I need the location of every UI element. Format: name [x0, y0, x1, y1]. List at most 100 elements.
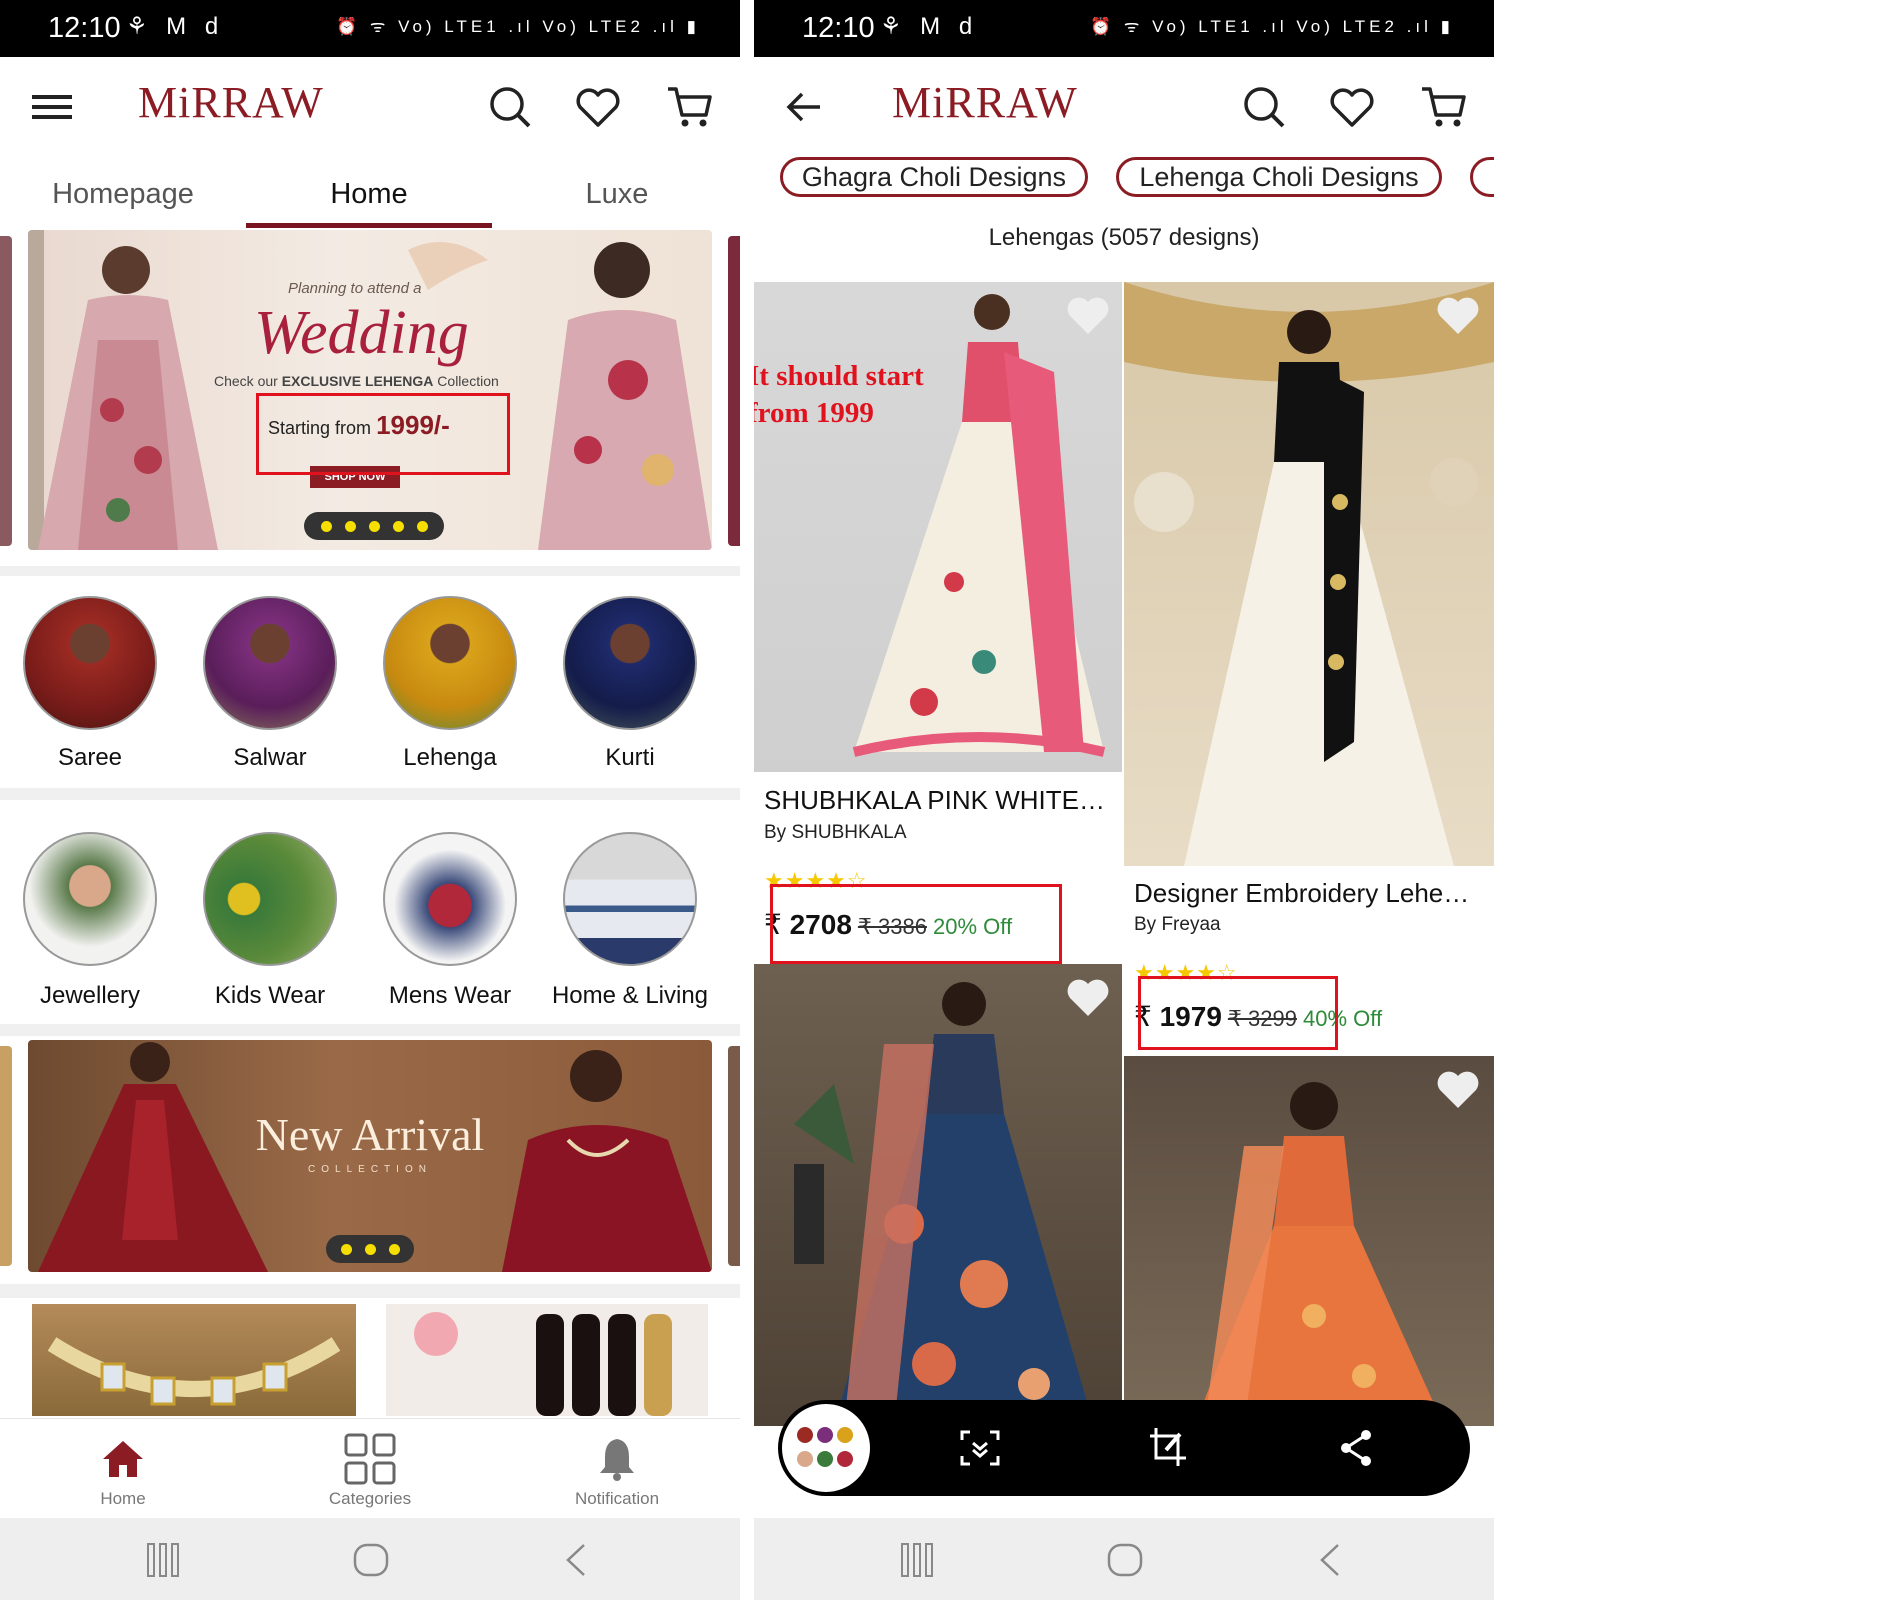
section-divider: [0, 566, 740, 576]
grid-icon: [344, 1433, 396, 1485]
category-salwar-image[interactable]: [203, 596, 337, 730]
category-homeliving-image[interactable]: [563, 832, 697, 966]
product-title[interactable]: Designer Embroidery Lehe…: [1134, 878, 1488, 909]
product-brand[interactable]: By SHUBHKALA: [764, 822, 907, 844]
bell-icon: [600, 1439, 634, 1481]
product-image[interactable]: [1124, 282, 1494, 866]
nav-home[interactable]: Home: [23, 1419, 223, 1519]
category-homeliving-label[interactable]: Home & Living: [540, 982, 720, 1010]
price-highlight-box: [256, 393, 510, 475]
nav-categories[interactable]: Categories: [270, 1419, 470, 1519]
section-divider: [0, 1284, 740, 1298]
new-arrival-title: New Arrival: [255, 1109, 485, 1160]
mirraw-logo[interactable]: MiRRAW: [138, 77, 324, 128]
back-button-icon[interactable]: [562, 1542, 590, 1578]
wishlist-heart-icon[interactable]: [1066, 978, 1110, 1018]
status-time: 12:10: [802, 12, 875, 44]
category-kidswear-label[interactable]: Kids Wear: [180, 982, 360, 1010]
tab-homepage[interactable]: Homepage: [0, 160, 246, 228]
wishlist-heart-icon[interactable]: [1436, 1070, 1480, 1110]
category-salwar-label[interactable]: Salwar: [180, 744, 360, 772]
banner-model-illustrations: [28, 230, 712, 550]
category-kidswear-image[interactable]: [203, 832, 337, 966]
thumbnail-preview: [797, 1427, 853, 1467]
wishlist-heart-icon[interactable]: [572, 81, 624, 133]
next-banner-peek: [728, 236, 740, 546]
system-status-icons: ⏰ ᯤ Vo) LTE1 .ıl Vo) LTE2 .ıl ▮: [1089, 17, 1454, 36]
category-saree-label[interactable]: Saree: [0, 744, 180, 772]
search-icon[interactable]: [1238, 81, 1290, 133]
price-highlight-box: [770, 884, 1062, 964]
category-saree-image[interactable]: [23, 596, 157, 730]
nav-home-label: Home: [100, 1489, 146, 1508]
product-image[interactable]: [1124, 1056, 1494, 1426]
system-status-icons: ⏰ ᯤ Vo) LTE1 .ıl Vo) LTE2 .ıl ▮: [335, 17, 700, 36]
lehenga-illustration: [852, 294, 1106, 757]
crop-edit-icon[interactable]: [1148, 1426, 1190, 1468]
nav-notification[interactable]: Notification: [517, 1419, 717, 1519]
new-arrival-subtitle: COLLECTION: [308, 1164, 432, 1175]
category-lehenga-label[interactable]: Lehenga: [360, 744, 540, 772]
nav-categories-label: Categories: [328, 1489, 412, 1508]
notification-icons: ⚘ M d: [126, 13, 225, 40]
tab-home[interactable]: Home: [246, 160, 492, 228]
wishlist-heart-icon[interactable]: [1066, 296, 1110, 336]
lehenga-illustration: [794, 982, 1094, 1426]
jewellery-necklace-tile[interactable]: [32, 1304, 356, 1416]
nav-notification-label: Notification: [574, 1489, 660, 1508]
share-icon[interactable]: [1338, 1428, 1374, 1468]
screenshot-thumbnail[interactable]: [782, 1404, 870, 1492]
system-navigation-bar: [0, 1518, 740, 1600]
lehenga-listing-screen: 12:10 ⚘ M d ⏰ ᯤ Vo) LTE1 .ıl Vo) LTE2 .ı…: [754, 0, 1494, 1600]
screenshot-toolbar: [778, 1400, 1470, 1496]
cart-icon[interactable]: [1418, 81, 1470, 133]
next-banner-peek: [728, 1046, 740, 1266]
category-jewellery-label[interactable]: Jewellery: [0, 982, 180, 1010]
menu-icon[interactable]: [26, 81, 78, 133]
lehenga-illustration: [1194, 1082, 1444, 1426]
app-bar: MiRRAW: [754, 57, 1494, 157]
tab-luxe[interactable]: Luxe: [494, 160, 740, 228]
result-count: Lehengas (5057 designs): [988, 224, 1260, 251]
search-icon[interactable]: [484, 81, 536, 133]
wishlist-heart-icon[interactable]: [1326, 81, 1378, 133]
chip-next-partial[interactable]: [1470, 157, 1494, 197]
wedding-lehenga-banner[interactable]: Planning to attend a Wedding Check our E…: [28, 230, 712, 550]
cart-icon[interactable]: [664, 81, 716, 133]
status-time: 12:10: [48, 12, 121, 44]
home-button-icon[interactable]: [1106, 1542, 1144, 1578]
product-image[interactable]: [754, 964, 1122, 1426]
category-lehenga-image[interactable]: [383, 596, 517, 730]
back-button-icon[interactable]: [1316, 1542, 1344, 1578]
product-brand[interactable]: By Freyaa: [1134, 914, 1221, 936]
category-jewellery-image[interactable]: [23, 832, 157, 966]
carousel-dots[interactable]: [304, 512, 444, 540]
carousel-dots[interactable]: [326, 1235, 414, 1263]
notification-icons: ⚘ M d: [880, 13, 979, 40]
lehenga-illustration: [1124, 282, 1494, 866]
chip-lehenga-choli-designs[interactable]: Lehenga Choli Designs: [1116, 157, 1442, 197]
category-kurti-image[interactable]: [563, 596, 697, 730]
bangles-tile[interactable]: [386, 1304, 708, 1416]
recent-apps-icon[interactable]: [146, 1542, 180, 1578]
mirraw-logo[interactable]: MiRRAW: [892, 77, 1078, 128]
recent-apps-icon[interactable]: [900, 1542, 934, 1578]
back-arrow-icon[interactable]: [780, 81, 832, 133]
top-tabs: Homepage Home Luxe: [0, 160, 740, 228]
home-button-icon[interactable]: [352, 1542, 390, 1578]
category-menswear-label[interactable]: Mens Wear: [360, 982, 540, 1010]
chip-ghagra-choli-designs[interactable]: Ghagra Choli Designs: [780, 157, 1088, 197]
product-title[interactable]: SHUBHKALA PINK WHITE…: [764, 785, 1114, 816]
app-bar: MiRRAW: [0, 57, 740, 157]
new-arrival-banner[interactable]: New Arrival COLLECTION: [28, 1040, 712, 1272]
necklace-illustration: [47, 1337, 341, 1406]
bangles-illustration: [414, 1312, 672, 1416]
category-kurti-label[interactable]: Kurti: [540, 744, 720, 772]
price-highlight-box: [1138, 976, 1338, 1050]
banner-eyebrow: Planning to attend a: [288, 280, 422, 297]
annotation-note: It should start from 1999: [754, 360, 924, 429]
scroll-capture-icon[interactable]: [960, 1430, 1000, 1466]
category-menswear-image[interactable]: [383, 832, 517, 966]
wishlist-heart-icon[interactable]: [1436, 296, 1480, 336]
product-image[interactable]: [754, 282, 1122, 772]
